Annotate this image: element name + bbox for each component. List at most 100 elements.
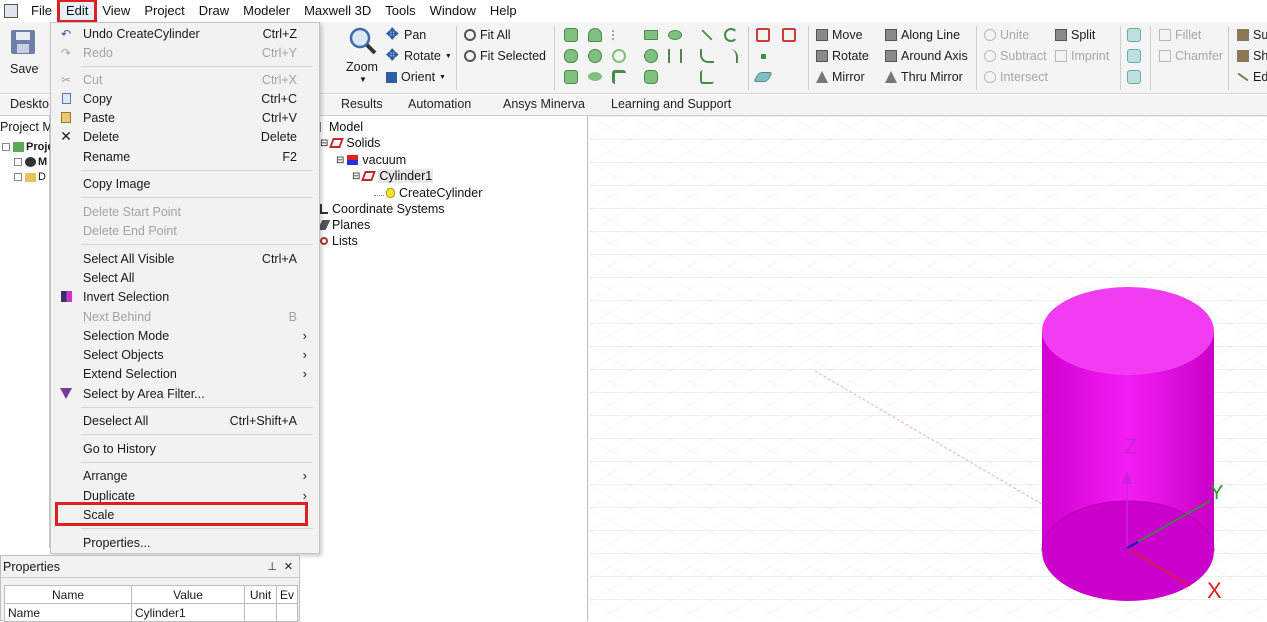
su-button[interactable]: Su — [1237, 28, 1267, 42]
rotate-object-button[interactable]: Rotate — [816, 49, 869, 63]
region-icon[interactable] — [756, 28, 770, 42]
spline-face-icon[interactable] — [668, 49, 682, 63]
menu-item-redo[interactable]: ↷ Redo Ctrl+Y — [51, 43, 319, 62]
rotate-view-button[interactable]: ✥ Rotate ▼ — [386, 48, 452, 63]
sh-button[interactable]: Sh — [1237, 49, 1267, 63]
menu-item-next-behind[interactable]: Next Behind B — [51, 307, 319, 326]
connect-icon[interactable] — [1127, 70, 1141, 84]
tree-solids[interactable]: ⊟ Solids — [320, 136, 380, 150]
relative-cs-icon[interactable] — [782, 28, 796, 42]
expand-icon[interactable]: ⊟ — [352, 171, 360, 182]
menu-item-paste[interactable]: Paste Ctrl+V — [51, 108, 319, 127]
sweep-icon[interactable] — [1127, 28, 1141, 42]
tree-createcylinder[interactable]: CreateCylinder — [374, 186, 482, 200]
pin-icon[interactable]: ⊥ — [267, 560, 277, 573]
menu-modeler[interactable]: Modeler — [236, 1, 297, 21]
expand-icon[interactable] — [2, 143, 10, 151]
plane-icon[interactable] — [753, 72, 773, 82]
menu-view[interactable]: View — [95, 1, 137, 21]
menu-item-delete-end-point[interactable]: Delete End Point — [51, 221, 319, 240]
subtract-button[interactable]: Subtract — [984, 49, 1047, 63]
equation-curve-icon[interactable] — [724, 49, 738, 63]
tree-item-project[interactable]: Proje — [2, 141, 54, 153]
point-icon[interactable] — [761, 54, 766, 59]
tree-item-definitions[interactable]: D — [14, 171, 46, 183]
ed-button[interactable]: Ed — [1237, 70, 1267, 84]
menu-item-selection-mode[interactable]: Selection Mode › — [51, 326, 319, 345]
menu-edit[interactable]: Edit — [56, 0, 98, 23]
cone-icon[interactable] — [588, 28, 602, 42]
tree-lists[interactable]: Lists — [320, 234, 358, 248]
viewport-canvas[interactable] — [590, 116, 1267, 621]
spiral-icon[interactable] — [612, 49, 626, 63]
expand-icon[interactable]: ⊟ — [320, 138, 328, 149]
chamfer-button[interactable]: Chamfer — [1159, 49, 1223, 63]
line-icon[interactable] — [701, 29, 713, 41]
menu-item-delete[interactable]: ✕ Delete Delete — [51, 127, 319, 146]
menu-item-select-all[interactable]: Select All — [51, 268, 319, 287]
cylinder-bottom[interactable] — [1042, 501, 1214, 601]
tab-results[interactable]: Results — [341, 97, 383, 111]
intersect-button[interactable]: Intersect — [984, 70, 1048, 84]
sphere-icon[interactable] — [588, 49, 602, 63]
menu-item-extend-selection[interactable]: Extend Selection › — [51, 364, 319, 383]
menu-file[interactable]: File — [24, 1, 59, 21]
spline-icon[interactable] — [700, 49, 714, 63]
cylinder-icon[interactable] — [564, 49, 578, 63]
table-row[interactable]: Name Cylinder1 — [4, 603, 299, 622]
menu-item-select-by-area-filter[interactable]: Select by Area Filter... — [51, 384, 319, 403]
menu-item-properties[interactable]: Properties... — [51, 533, 319, 552]
pan-button[interactable]: ✥ Pan — [386, 27, 426, 42]
box-icon[interactable] — [564, 28, 578, 42]
unite-button[interactable]: Unite — [984, 28, 1029, 42]
menu-item-undo[interactable]: ↶ Undo CreateCylinder Ctrl+Z — [51, 24, 319, 43]
close-icon[interactable]: ✕ — [284, 560, 293, 573]
thru-mirror-button[interactable]: Thru Mirror — [885, 70, 963, 84]
imprint-button[interactable]: Imprint — [1055, 49, 1109, 63]
ellipse-icon[interactable] — [668, 30, 682, 40]
menu-item-cut[interactable]: ✂ Cut Ctrl+X — [51, 70, 319, 89]
expand-icon[interactable] — [14, 173, 22, 181]
move-button[interactable]: Move — [816, 28, 863, 42]
menu-help[interactable]: Help — [483, 1, 524, 21]
arc-icon[interactable] — [724, 28, 738, 42]
tab-learning[interactable]: Learning and Support — [611, 97, 731, 111]
polyline-icon[interactable] — [700, 70, 714, 84]
menu-item-select-all-visible[interactable]: Select All Visible Ctrl+A — [51, 249, 319, 268]
bondwire-icon[interactable] — [612, 70, 626, 84]
menu-item-scale[interactable]: Scale — [51, 505, 319, 524]
menu-item-duplicate[interactable]: Duplicate › — [51, 486, 319, 505]
menu-tools[interactable]: Tools — [378, 1, 422, 21]
3d-viewport[interactable]: Z Y X — [590, 116, 1267, 621]
tab-desktop[interactable]: Deskto — [10, 97, 49, 111]
prism-icon[interactable] — [564, 70, 578, 84]
menu-item-invert-selection[interactable]: Invert Selection — [51, 287, 319, 306]
menu-item-copy[interactable]: Copy Ctrl+C — [51, 89, 319, 108]
tab-minerva[interactable]: Ansys Minerva — [503, 97, 585, 111]
around-axis-button[interactable]: Around Axis — [885, 49, 968, 63]
expand-icon[interactable] — [14, 158, 22, 166]
helix-icon[interactable] — [612, 28, 626, 42]
menu-window[interactable]: Window — [423, 1, 483, 21]
circle-icon[interactable] — [644, 49, 658, 63]
polygon-icon[interactable] — [644, 70, 658, 84]
thicken-icon[interactable] — [1127, 49, 1141, 63]
menu-item-delete-start-point[interactable]: Delete Start Point — [51, 202, 319, 221]
expand-icon[interactable]: ⊟ — [336, 155, 344, 166]
split-button[interactable]: Split — [1055, 28, 1095, 42]
mirror-button[interactable]: Mirror — [816, 70, 865, 84]
fit-all-button[interactable]: Fit All — [464, 28, 511, 42]
orient-button[interactable]: Orient ▼ — [386, 70, 446, 84]
fit-selected-button[interactable]: Fit Selected — [464, 49, 546, 63]
save-button[interactable]: Save — [6, 26, 40, 78]
menu-maxwell3d[interactable]: Maxwell 3D — [297, 1, 378, 21]
menu-item-rename[interactable]: Rename F2 — [51, 147, 319, 166]
menu-item-deselect-all[interactable]: Deselect All Ctrl+Shift+A — [51, 411, 319, 430]
menu-project[interactable]: Project — [137, 1, 191, 21]
cylinder-top[interactable] — [1042, 287, 1214, 375]
tree-coordinate-systems[interactable]: Coordinate Systems — [320, 202, 445, 216]
expand-icon[interactable] — [320, 122, 325, 132]
tree-model[interactable]: Model — [320, 120, 363, 134]
zoom-button[interactable]: Zoom ▼ — [344, 24, 382, 90]
tree-item-design[interactable]: M — [14, 156, 47, 168]
